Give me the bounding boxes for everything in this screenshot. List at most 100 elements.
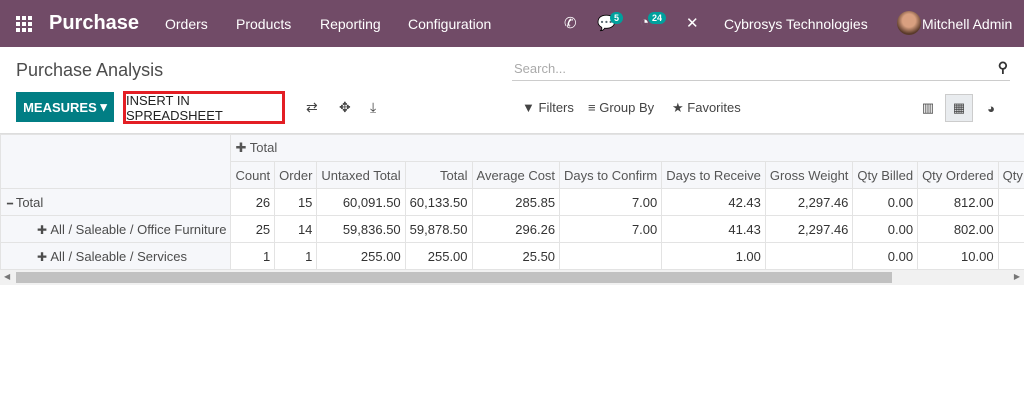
app-name[interactable]: Purchase [49,12,139,35]
download-icon[interactable]: ⤓ [370,99,376,116]
page-title: Purchase Analysis [16,60,164,80]
pivot-cell[interactable]: 60,133.50 [404,188,473,216]
search-placeholder: Search... [514,61,567,76]
pivot-cell[interactable]: 2,297.46 [764,188,854,216]
row-label: All / Saleable / Office Furniture [50,221,227,237]
group-by-label: Group By [599,100,655,115]
pivot-cell[interactable]: 59,836.50 [316,215,406,243]
measures-button[interactable]: MEASURES ▾ [16,92,114,122]
expand-plus-icon: ✚ [37,222,51,237]
pivot-cell[interactable] [997,188,1024,216]
pivot-cell[interactable]: 60,091.50 [316,188,406,216]
measure-header[interactable]: Untaxed Total [316,161,406,189]
pivot-cell[interactable]: 0.00 [852,215,919,243]
search-icon[interactable]: ⚲ [998,59,1008,76]
pivot-cell[interactable]: 59,878.50 [404,215,473,243]
table-row: ━ Total 26 15 60,091.50 60,133.50 285.85 7.00 4… [0,188,1024,216]
avatar[interactable] [897,11,921,35]
row-header[interactable]: ✚ All / Saleable / Services [0,242,232,270]
pivot-cell[interactable]: 15 [274,188,318,216]
insert-in-spreadsheet-button[interactable]: INSERT IN SPREADSHEET [123,91,285,124]
expand-plus-icon: ✚ [37,249,51,264]
measure-header[interactable]: Order [274,161,318,189]
scrollbar-thumb[interactable] [16,272,892,283]
pivot-cell[interactable]: 812.00 [917,188,999,216]
pivot-cell[interactable]: 42.43 [661,188,766,216]
expand-plus-icon: ✚ [235,140,247,155]
pivot-cell[interactable]: 296.26 [471,215,561,243]
pivot-cell[interactable]: 285.85 [471,188,561,216]
apps-menu-icon[interactable] [16,16,32,32]
list-icon: ≡ [588,100,596,115]
pivot-corner [0,134,232,189]
scroll-left-icon[interactable]: ◀ [4,272,10,281]
pivot-cell[interactable]: 26 [230,188,276,216]
measures-label: MEASURES [23,99,97,115]
measure-header[interactable]: Qty Ordered [917,161,999,189]
row-label: Total [15,194,44,210]
favorites-button[interactable]: ★ Favorites [672,100,741,116]
row-header[interactable]: ✚ All / Saleable / Office Furniture [0,215,232,243]
table-row: ✚ All / Saleable / Services 1 1 255.00 255.0… [0,242,1024,270]
group-by-button[interactable]: ≡ Group By [588,100,654,115]
measure-header[interactable]: Gross Weight [764,161,854,189]
pivot-cell[interactable]: 2,297.46 [764,215,854,243]
collapse-minus-icon: ━ [7,198,16,210]
filters-button[interactable]: ▼ Filters [522,100,574,115]
pivot-cell[interactable]: 14 [274,215,318,243]
expand-all-icon[interactable]: ✥ [339,99,351,116]
pivot-cell[interactable]: 255.00 [316,242,406,270]
measure-header[interactable]: Days to Receive [661,161,766,189]
pivot-cell[interactable]: 25 [230,215,276,243]
pivot-cell[interactable] [997,215,1024,243]
measure-header[interactable]: Qty Re [997,161,1024,189]
measure-header[interactable]: Qty Billed [852,161,919,189]
measure-header[interactable]: Total [404,161,473,189]
col-header-total[interactable]: ✚ Total [230,134,1024,162]
menu-products[interactable]: Products [236,16,291,32]
pivot-table: ✚ Total Count Order Untaxed Total Total Aver… [0,133,1024,270]
activities-badge: 24 [648,12,667,24]
flip-axis-icon[interactable]: ⇄ [306,99,318,116]
filter-icon: ▼ [522,100,535,115]
search-input[interactable]: Search... ⚲ [512,55,1010,81]
top-navbar: Purchase Orders Products Reporting Confi… [0,0,1024,47]
messages-badge: 5 [610,12,624,24]
measure-header[interactable]: Average Cost [471,161,561,189]
pivot-cell[interactable]: 7.00 [559,188,663,216]
user-menu[interactable]: Mitchell Admin [922,16,1012,32]
row-label: All / Saleable / Services [50,248,187,264]
pivot-cell[interactable]: 1.00 [661,242,766,270]
pivot-cell[interactable] [997,242,1024,270]
menu-configuration[interactable]: Configuration [408,16,491,32]
pivot-cell[interactable] [559,242,663,270]
pivot-cell[interactable]: 255.00 [404,242,473,270]
pivot-view-icon[interactable]: ▦ [945,94,973,122]
pivot-cell[interactable] [764,242,854,270]
favorites-label: Favorites [687,100,741,115]
pivot-cell[interactable]: 802.00 [917,215,999,243]
pivot-cell[interactable]: 0.00 [852,242,919,270]
company-switcher[interactable]: Cybrosys Technologies [724,16,868,32]
pivot-cell[interactable]: 41.43 [661,215,766,243]
measure-header[interactable]: Count [230,161,276,189]
table-row: ✚ All / Saleable / Office Furniture 25 14 5… [0,215,1024,243]
dashboard-view-icon[interactable]: ◕ [977,94,1005,122]
pivot-cell[interactable]: 1 [230,242,276,270]
pivot-cell[interactable]: 0.00 [852,188,919,216]
scroll-right-icon[interactable]: ▶ [1014,272,1020,281]
star-icon: ★ [672,100,684,115]
graph-view-icon[interactable]: ▥ [914,94,942,122]
pivot-cell[interactable]: 7.00 [559,215,663,243]
menu-orders[interactable]: Orders [165,16,208,32]
menu-reporting[interactable]: Reporting [320,16,381,32]
pivot-cell[interactable]: 25.50 [471,242,561,270]
row-header[interactable]: ━ Total [0,188,232,216]
pivot-cell[interactable]: 10.00 [917,242,999,270]
debug-tools-icon[interactable]: ✕ [686,14,699,32]
phone-icon[interactable]: ✆ [564,14,577,32]
filters-label: Filters [538,100,574,115]
measure-header[interactable]: Days to Confirm [559,161,663,189]
pivot-cell[interactable]: 1 [274,242,318,270]
horizontal-scrollbar[interactable]: ◀ ▶ [0,270,1024,285]
